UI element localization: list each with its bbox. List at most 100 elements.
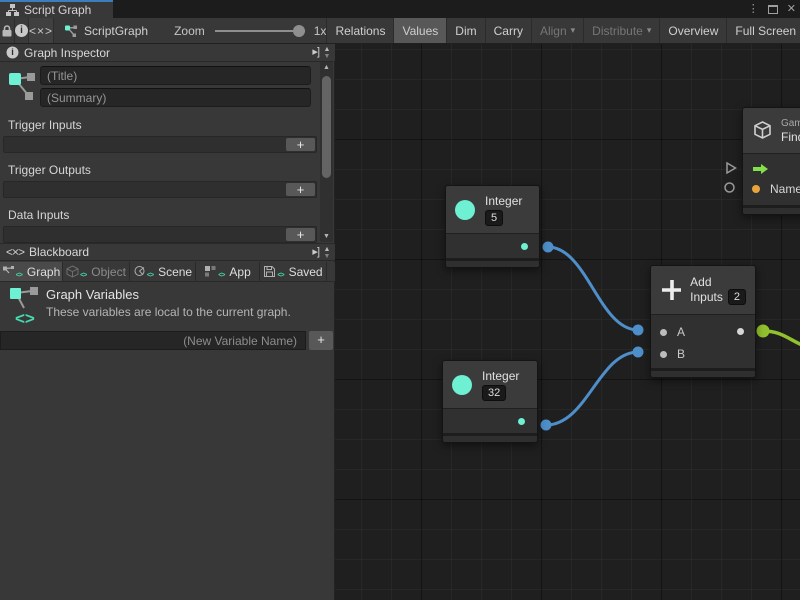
toolbar-button-fullscreen[interactable]: Full Screen bbox=[726, 18, 800, 43]
inputs-count-field[interactable]: 2 bbox=[728, 289, 746, 305]
zoom-slider-knob[interactable] bbox=[293, 25, 305, 37]
integer-type-icon bbox=[452, 375, 472, 395]
trigger-inputs-list: + bbox=[3, 136, 317, 153]
wire-endpoint[interactable] bbox=[543, 242, 554, 253]
integer-value-field[interactable]: 5 bbox=[485, 210, 503, 226]
toolbar-button-align[interactable]: Align ▾ bbox=[531, 18, 583, 43]
saved-floppy-icon bbox=[263, 265, 276, 278]
object-cube-icon bbox=[66, 265, 79, 278]
toolbar-button-relations[interactable]: Relations bbox=[326, 18, 393, 43]
graph-summary-input[interactable] bbox=[40, 88, 311, 107]
name-string-port[interactable] bbox=[752, 185, 760, 193]
window-menu-icon[interactable]: ⋮ bbox=[748, 0, 759, 18]
wire-endpoint[interactable] bbox=[633, 347, 644, 358]
tab-title: Script Graph bbox=[24, 3, 91, 17]
scene-icon bbox=[133, 265, 146, 278]
svg-text:<>: <> bbox=[15, 309, 35, 328]
node-integer-32[interactable]: Integer 32 bbox=[442, 360, 538, 443]
node-integer-5[interactable]: Integer 5 bbox=[445, 185, 540, 268]
sum-output-port[interactable] bbox=[737, 328, 744, 335]
node-surtitle: Game Object bbox=[781, 118, 800, 130]
scroll-up-icon[interactable]: ▲ bbox=[320, 64, 333, 71]
app-icon bbox=[204, 265, 217, 278]
pin-panel-icon[interactable]: ▸] bbox=[312, 45, 319, 58]
graph-tab-icon bbox=[2, 265, 15, 278]
graph-toolbar: i <×> ScriptGraph Zoom 1x Relations Valu… bbox=[0, 18, 800, 44]
title-bar: Script Graph ⋮ ✕ bbox=[0, 0, 800, 18]
panel-resize-arrows[interactable]: ▲ ▼ bbox=[321, 244, 333, 262]
code-brackets-icon: <×> bbox=[29, 24, 53, 38]
add-plus-icon bbox=[660, 278, 681, 302]
wire-endpoint[interactable] bbox=[541, 420, 552, 431]
wire-integer32-to-add-b[interactable] bbox=[546, 352, 638, 425]
flow-input-port-icon[interactable] bbox=[752, 163, 769, 175]
node-gameobject-find[interactable]: Game Object Find Name bbox=[742, 107, 800, 215]
graph-variables-description: These variables are local to the current… bbox=[46, 305, 291, 319]
section-label-data-inputs: Data Inputs bbox=[8, 208, 69, 222]
toolbar-button-values[interactable]: Values bbox=[393, 18, 446, 43]
add-trigger-output-button[interactable]: + bbox=[286, 183, 315, 196]
toolbar-button-overview[interactable]: Overview bbox=[659, 18, 726, 43]
integer-output-port[interactable] bbox=[518, 418, 525, 425]
dropdown-arrow-icon: ▾ bbox=[647, 25, 652, 36]
wire-endpoint[interactable] bbox=[757, 325, 770, 338]
integer-value-field[interactable]: 32 bbox=[482, 385, 506, 401]
wire-integer5-to-add-a[interactable] bbox=[548, 247, 638, 330]
wire-endpoint[interactable] bbox=[633, 325, 644, 336]
add-data-input-button[interactable]: + bbox=[286, 228, 315, 241]
node-title: Integer bbox=[485, 194, 522, 208]
inspector-scrollbar[interactable]: ▲ ▼ bbox=[320, 62, 333, 242]
graph-breadcrumb[interactable]: ScriptGraph bbox=[64, 18, 148, 43]
tab-saved[interactable]: <> Saved bbox=[260, 262, 327, 281]
blackboard-title: Blackboard bbox=[29, 245, 89, 259]
tab-scene[interactable]: <> Scene bbox=[130, 262, 196, 281]
toolbar-button-carry[interactable]: Carry bbox=[485, 18, 531, 43]
panel-resize-arrows[interactable]: ▲ ▼ bbox=[321, 44, 333, 62]
info-button[interactable]: i bbox=[15, 18, 29, 43]
graph-variables-icon: <> bbox=[8, 284, 40, 328]
blackboard-tabs: <> Graph <> Object <> Scene <> App bbox=[0, 262, 335, 282]
scroll-down-icon[interactable]: ▼ bbox=[320, 233, 333, 240]
zoom-slider[interactable] bbox=[215, 30, 305, 32]
unconnected-flow-port-icon[interactable] bbox=[727, 163, 736, 173]
graph-variables-title: Graph Variables bbox=[46, 287, 139, 302]
section-label-trigger-outputs: Trigger Outputs bbox=[8, 163, 91, 177]
blackboard-header[interactable]: <×> Blackboard ▸] ▲ ▼ bbox=[0, 243, 335, 261]
input-port-b[interactable] bbox=[660, 351, 667, 358]
graph-canvas[interactable]: Integer 5 Integer 32 Add bbox=[335, 44, 800, 600]
node-add[interactable]: Add Inputs 2 A B bbox=[650, 265, 756, 378]
tab-graph[interactable]: <> Graph bbox=[0, 262, 63, 281]
window-controls: ⋮ ✕ bbox=[748, 0, 796, 18]
zoom-control: Zoom 1x bbox=[174, 18, 326, 43]
zoom-label: Zoom bbox=[174, 24, 205, 38]
node-title: Integer bbox=[482, 369, 519, 383]
gameobject-cube-icon bbox=[752, 120, 773, 141]
dropdown-arrow-icon: ▾ bbox=[571, 25, 576, 36]
graph-name-label: ScriptGraph bbox=[84, 24, 148, 38]
data-inputs-list: + bbox=[3, 226, 317, 243]
graph-icon bbox=[7, 68, 37, 104]
info-icon: i bbox=[7, 47, 19, 59]
graph-title-input[interactable] bbox=[40, 66, 311, 85]
tab-app[interactable]: <> App bbox=[196, 262, 260, 281]
sidebar: i Graph Inspector ▸] ▲ ▼ ▲ ▼ Trigger Inp… bbox=[0, 44, 335, 600]
toolbar-button-distribute[interactable]: Distribute ▾ bbox=[583, 18, 659, 43]
graph-inspector-header[interactable]: i Graph Inspector ▸] ▲ ▼ bbox=[0, 44, 335, 62]
pin-panel-icon[interactable]: ▸] bbox=[312, 245, 319, 258]
add-trigger-input-button[interactable]: + bbox=[286, 138, 315, 151]
input-port-a[interactable] bbox=[660, 329, 667, 336]
scrollbar-thumb[interactable] bbox=[322, 76, 331, 178]
unconnected-value-port-icon[interactable] bbox=[725, 183, 734, 192]
lock-button[interactable] bbox=[0, 18, 15, 43]
maximize-icon[interactable] bbox=[768, 5, 778, 14]
tab-object[interactable]: <> Object bbox=[63, 262, 130, 281]
new-variable-name-input[interactable] bbox=[0, 331, 306, 350]
close-icon[interactable]: ✕ bbox=[787, 0, 796, 18]
info-icon: i bbox=[15, 24, 28, 37]
edit-source-button[interactable]: <×> bbox=[29, 18, 54, 43]
window-tab-script-graph[interactable]: Script Graph bbox=[0, 0, 113, 18]
script-graph-icon bbox=[64, 24, 78, 38]
toolbar-button-dim[interactable]: Dim bbox=[446, 18, 484, 43]
add-variable-button[interactable]: + bbox=[309, 331, 333, 350]
integer-output-port[interactable] bbox=[521, 243, 528, 250]
